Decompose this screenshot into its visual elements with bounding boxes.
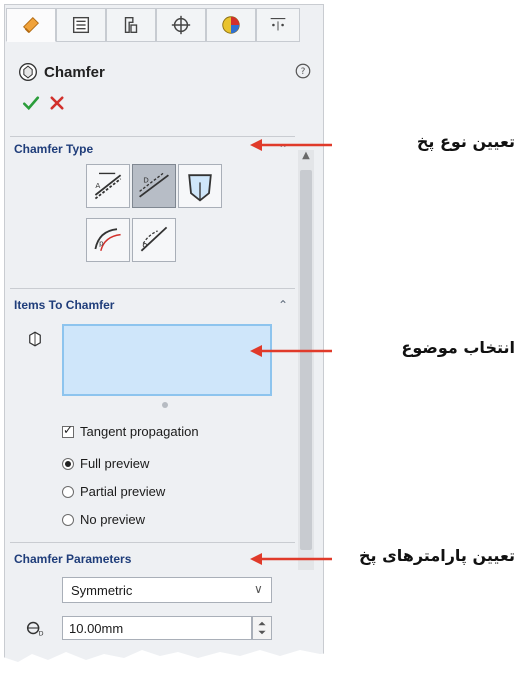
resize-handle-icon[interactable] xyxy=(160,400,170,410)
vertex-icon xyxy=(188,174,212,202)
partial-preview-label: Partial preview xyxy=(80,484,166,499)
no-preview-radio[interactable]: No preview xyxy=(62,512,145,527)
annotation-chamfer-type: تعیین نوع پخ xyxy=(416,132,515,151)
chamfer-mode-value: Symmetric xyxy=(71,582,133,598)
display-manager-icon xyxy=(222,16,240,34)
full-preview-radio[interactable]: Full preview xyxy=(62,456,149,471)
tab-dimxpert-manager[interactable] xyxy=(156,8,206,42)
divider xyxy=(10,288,295,289)
chevron-down-icon[interactable]: ∨ xyxy=(254,582,263,596)
annotation-arrow-icon xyxy=(250,553,332,565)
more-tabs-icon xyxy=(270,18,286,31)
distance-spinner[interactable] xyxy=(252,616,272,640)
checkbox-checked-icon[interactable] xyxy=(62,423,74,438)
tangent-propagation-checkbox[interactable]: Tangent propagation xyxy=(62,423,199,439)
radio-unselected-icon[interactable] xyxy=(62,513,74,526)
property-manager-icon xyxy=(72,16,90,34)
section-title-chamfer-type: Chamfer Type xyxy=(14,142,94,156)
svg-text:D: D xyxy=(143,175,149,184)
annotation-arrow-icon xyxy=(250,345,332,357)
help-icon[interactable]: ? xyxy=(294,62,312,80)
svg-text:?: ? xyxy=(301,67,306,77)
chamfer-type-face-face-button[interactable] xyxy=(132,218,176,262)
section-title-chamfer-parameters: Chamfer Parameters xyxy=(14,552,132,566)
distance-distance-icon: D xyxy=(139,172,169,198)
annotation-arrow-icon xyxy=(250,139,332,151)
radio-unselected-icon[interactable] xyxy=(62,485,74,498)
full-preview-label: Full preview xyxy=(80,456,150,471)
chamfer-feature-icon xyxy=(19,63,37,81)
dimxpert-manager-icon xyxy=(171,15,191,35)
tangent-propagation-label: Tangent propagation xyxy=(80,424,199,439)
tab-configuration-manager[interactable] xyxy=(106,8,156,42)
tab-more[interactable] xyxy=(256,8,300,42)
no-preview-label: No preview xyxy=(80,512,146,527)
spinner-arrows-icon xyxy=(258,621,266,635)
distance-field[interactable]: 10.00mm xyxy=(62,616,252,640)
annotation-chamfer-parameters: تعیین پارامترهای پخ xyxy=(358,546,515,565)
manager-tab-strip xyxy=(6,8,318,44)
annotation-item-selection: انتخاب موضوع xyxy=(401,338,515,357)
chamfer-type-offset-face-button[interactable]: p xyxy=(86,218,130,262)
panel-header: Chamfer ? xyxy=(8,50,311,120)
chamfer-type-distance-distance-button[interactable]: D xyxy=(132,164,176,208)
cancel-x-icon[interactable] xyxy=(48,94,66,112)
distance-value: 10.00mm xyxy=(69,620,124,636)
chamfer-mode-select[interactable]: Symmetric xyxy=(62,577,272,603)
divider xyxy=(10,542,295,543)
radio-selected-icon[interactable] xyxy=(62,457,74,470)
offset-face-icon: p xyxy=(94,228,121,251)
tab-property-manager[interactable] xyxy=(56,8,106,42)
scrollbar-thumb[interactable] xyxy=(300,170,312,550)
svg-text:D: D xyxy=(39,629,44,637)
angle-distance-icon: A xyxy=(94,172,122,200)
page-title: Chamfer xyxy=(44,64,105,81)
tab-feature-manager[interactable] xyxy=(6,8,56,42)
distance-icon: D xyxy=(26,621,44,637)
partial-preview-radio[interactable]: Partial preview xyxy=(62,484,165,499)
edge-face-selection-icon xyxy=(29,331,41,347)
torn-paper-edge xyxy=(0,650,340,680)
svg-text:p: p xyxy=(99,238,104,247)
section-title-items-to-chamfer: Items To Chamfer xyxy=(14,298,115,312)
chamfer-type-angle-distance-button[interactable]: A xyxy=(86,164,130,208)
configuration-manager-icon xyxy=(124,16,138,34)
svg-text:A: A xyxy=(95,181,100,190)
tab-display-manager[interactable] xyxy=(206,8,256,42)
items-selection-box[interactable] xyxy=(62,324,272,396)
chamfer-type-vertex-button[interactable] xyxy=(178,164,222,208)
face-face-icon xyxy=(140,226,168,252)
ok-checkmark-icon[interactable] xyxy=(22,94,40,112)
collapse-chevron-icon[interactable]: ⌃ xyxy=(278,298,292,312)
feature-manager-icon xyxy=(23,17,39,33)
